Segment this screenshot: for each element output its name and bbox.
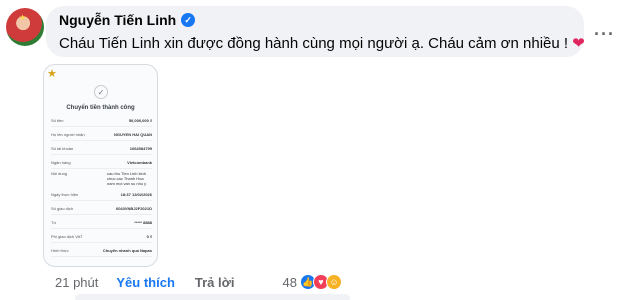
like-button[interactable]: Yêu thích xyxy=(116,275,175,290)
comment-time[interactable]: 21 phút xyxy=(55,275,98,290)
receipt-row: Số tiền 50,000,000 ₫ xyxy=(51,115,152,127)
comment-text: Cháu Tiến Linh xin được đồng hành cùng m… xyxy=(59,34,585,52)
receipt-note: Nội dung cau thu Tien Linh kinh chuc cac… xyxy=(51,171,147,186)
star-badge-icon: ★ xyxy=(47,68,57,80)
comment-bubble: Nguyễn Tiến Linh ✓ Cháu Tiến Linh xin đư… xyxy=(46,6,585,57)
receipt-row: Ngân hàng Vietcombank xyxy=(51,157,152,169)
care-reaction-icon[interactable]: ☺ xyxy=(325,274,342,290)
author-avatar[interactable]: ★ xyxy=(6,8,44,46)
more-options-icon[interactable]: ··· xyxy=(594,24,615,45)
receipt-row: Ngày thực hiện 18:37 12/02/2026 xyxy=(51,189,152,201)
author-name[interactable]: Nguyễn Tiến Linh xyxy=(59,12,176,28)
receipt-row: Số giao dịch 6043VNBJ2F2021D xyxy=(51,203,152,215)
transfer-receipt-image[interactable]: ★ ✓ Chuyển tiền thành công Số tiền 50,000… xyxy=(43,64,158,267)
star-icon: ★ xyxy=(19,13,27,22)
receipt-row: Từ ***** 8888 xyxy=(51,217,152,229)
receipt-row: Số tài khoản 1064584799 xyxy=(51,143,152,155)
verified-badge-icon: ✓ xyxy=(181,13,196,27)
comment-author[interactable]: Nguyễn Tiến Linh ✓ xyxy=(59,12,196,28)
receipt-row: Phí giao dịch VAT 0 ₫ xyxy=(51,231,152,243)
reaction-count[interactable]: 48 xyxy=(282,275,296,290)
receipt-row: Họ tên người nhận NGUYEN HAI QUAN xyxy=(51,129,152,141)
comment-body: Cháu Tiến Linh xin được đồng hành cùng m… xyxy=(59,35,569,52)
checkmark-icon: ✓ xyxy=(94,85,108,99)
heart-emoji-icon: ❤ xyxy=(572,35,585,52)
next-comment-bubble xyxy=(75,294,350,300)
comment-actions: 21 phút Yêu thích Trả lời 48 👍 ♥ ☺ xyxy=(55,274,342,290)
reply-button[interactable]: Trả lời xyxy=(195,275,235,290)
receipt-row: Hình thức Chuyển nhanh qua Napas xyxy=(51,245,152,257)
receipt-title: Chuyển tiền thành công xyxy=(66,105,135,111)
